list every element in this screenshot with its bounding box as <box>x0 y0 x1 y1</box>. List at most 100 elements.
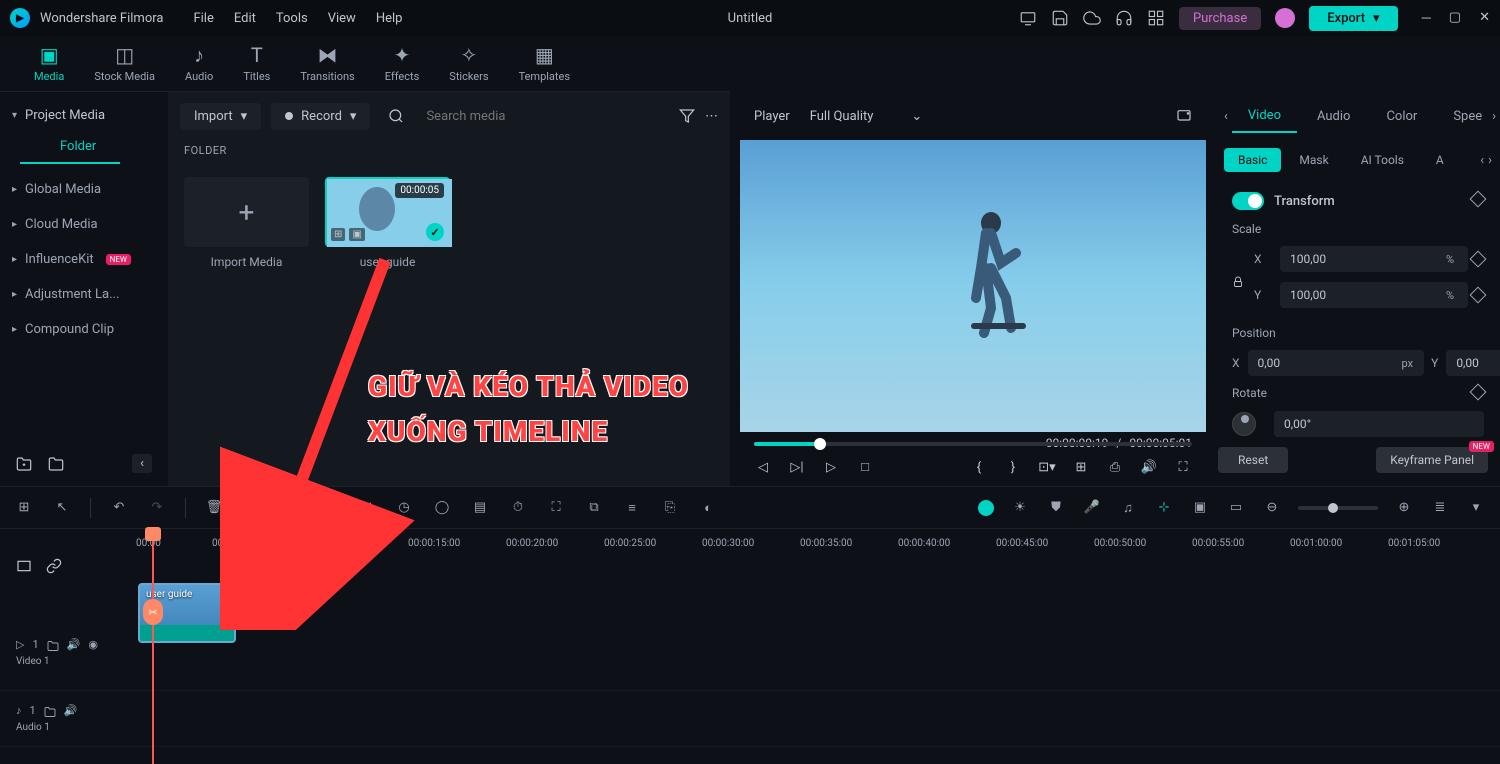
subtab-ai-tools[interactable]: AI Tools <box>1347 148 1418 172</box>
folder-icon[interactable] <box>44 704 56 720</box>
list-icon[interactable]: ≣ <box>1430 498 1450 518</box>
rotate-input[interactable] <box>1274 411 1484 437</box>
reset-button[interactable]: Reset <box>1218 447 1288 473</box>
snapshot-icon[interactable] <box>1176 108 1192 124</box>
folder-icon[interactable] <box>47 638 59 654</box>
sidebar-cloud-media[interactable]: Cloud Media <box>0 207 168 242</box>
tab-video[interactable]: Video <box>1232 100 1297 133</box>
tab-stickers[interactable]: ✧Stickers <box>435 38 502 89</box>
cut-handle-icon[interactable]: ✂ <box>143 599 163 625</box>
position-y-input[interactable] <box>1446 350 1500 376</box>
crop-icon[interactable]: ⬚ <box>356 498 376 518</box>
camera-icon[interactable]: ⎙ <box>1106 458 1124 476</box>
scroll-right-icon[interactable]: › <box>1488 153 1492 168</box>
keyframe-panel-button[interactable]: Keyframe PanelNEW <box>1376 447 1488 473</box>
next-frame-icon[interactable]: ▷| <box>788 458 806 476</box>
tab-transitions[interactable]: ⧓Transitions <box>286 38 368 89</box>
scale-x-input[interactable] <box>1280 246 1468 272</box>
mute-icon[interactable]: 🔊 <box>67 638 81 654</box>
cloud-icon[interactable] <box>1083 9 1101 27</box>
sidebar-adjustment-layer[interactable]: Adjustment La... <box>0 277 168 312</box>
import-dropdown[interactable]: Import▾ <box>180 103 261 130</box>
tab-media[interactable]: ▣Media <box>20 38 78 89</box>
search-input[interactable] <box>414 103 669 130</box>
render-indicator-icon[interactable] <box>978 500 994 516</box>
marker-icon[interactable]: ⊹ <box>1154 498 1174 518</box>
sidebar-compound-clip[interactable]: Compound Clip <box>0 312 168 347</box>
tab-audio-props[interactable]: Audio <box>1301 101 1366 132</box>
menu-help[interactable]: Help <box>376 11 403 26</box>
playhead[interactable] <box>152 529 154 764</box>
video-preview[interactable] <box>740 140 1206 432</box>
menu-edit[interactable]: Edit <box>234 11 256 26</box>
slider-icon[interactable]: ◐ <box>698 498 718 518</box>
chain-icon[interactable]: ⧉ <box>584 498 604 518</box>
clip-add-icon[interactable]: ▣ <box>349 228 364 241</box>
sidebar-global-media[interactable]: Global Media <box>0 172 168 207</box>
mark-in-icon[interactable]: { <box>970 458 988 476</box>
delete-icon[interactable]: 🗑 <box>204 498 224 518</box>
dropdown-icon[interactable]: ▾ <box>1466 498 1486 518</box>
minimize-icon[interactable]: ─ <box>1422 10 1431 26</box>
import-media-card[interactable]: + <box>184 177 309 247</box>
quality-dropdown[interactable]: Full Quality⌄ <box>810 109 923 124</box>
record-dropdown[interactable]: Record▾ <box>271 103 370 130</box>
tab-color[interactable]: Color <box>1370 101 1433 132</box>
mute-icon[interactable]: 🔊 <box>64 704 78 720</box>
tab-titles[interactable]: TTitles <box>229 38 284 89</box>
subtab-mask[interactable]: Mask <box>1285 148 1342 172</box>
tab-audio[interactable]: ♪Audio <box>171 38 227 89</box>
collapse-icon[interactable]: ‹ <box>132 454 152 473</box>
scale-y-input[interactable] <box>1280 282 1468 308</box>
add-folder-icon[interactable] <box>16 456 32 472</box>
link-icon[interactable] <box>46 558 62 574</box>
apps-icon[interactable] <box>1147 9 1165 27</box>
tab-speed[interactable]: Spee <box>1437 101 1498 132</box>
copy-icon[interactable]: ⎘ <box>660 498 680 518</box>
prev-frame-icon[interactable]: ◁ <box>754 458 772 476</box>
export-button[interactable]: Export▾ <box>1309 6 1397 31</box>
visibility-icon[interactable]: ◉ <box>88 638 98 654</box>
media-clip-user-guide[interactable]: 00:00:05 ⊞▣ ✓ <box>325 177 450 247</box>
fullscreen-icon[interactable]: ⛶ <box>1174 458 1192 476</box>
save-icon[interactable] <box>1051 9 1069 27</box>
sidebar-folder[interactable]: Folder <box>20 131 120 164</box>
video-track[interactable]: ▷1🔊◉ Video 1 user guide <box>0 615 1500 691</box>
transform-toggle[interactable] <box>1232 192 1264 210</box>
lock-icon[interactable] <box>1232 276 1244 288</box>
tab-effects[interactable]: ✦Effects <box>371 38 434 89</box>
add-icon[interactable]: + <box>280 498 300 518</box>
zoom-out-icon[interactable]: ⊖ <box>1262 498 1282 518</box>
mark-out-icon[interactable]: } <box>1004 458 1022 476</box>
audio-track[interactable]: ♪1🔊 Audio 1 <box>0 691 1500 747</box>
user-avatar[interactable] <box>1275 8 1295 28</box>
align-icon[interactable]: ≡ <box>622 498 642 518</box>
volume-icon[interactable]: 🔊 <box>1140 458 1158 476</box>
stop-icon[interactable]: □ <box>856 458 874 476</box>
text-icon[interactable]: T <box>318 498 338 518</box>
sidebar-influencekit[interactable]: InfluenceKitNEW <box>0 242 168 277</box>
purchase-button[interactable]: Purchase <box>1179 7 1261 30</box>
tab-templates[interactable]: ▦Templates <box>505 38 584 89</box>
scroll-right-icon[interactable]: › <box>1492 109 1496 124</box>
menu-file[interactable]: File <box>193 11 213 26</box>
track-fold-icon[interactable] <box>16 558 32 574</box>
scroll-left-icon[interactable]: ‹ <box>1480 153 1484 168</box>
circle-icon[interactable]: ◯ <box>432 498 452 518</box>
cursor-icon[interactable]: ↖ <box>52 498 72 518</box>
ratio-icon[interactable]: ⊡▾ <box>1038 458 1056 476</box>
clock-icon[interactable]: ⏱ <box>508 498 528 518</box>
expand-icon[interactable]: ⛶ <box>546 498 566 518</box>
layers-icon[interactable]: ▣ <box>1190 498 1210 518</box>
grid-icon[interactable]: ⊞ <box>14 498 34 518</box>
subtab-animation[interactable]: A <box>1422 148 1458 172</box>
menu-view[interactable]: View <box>328 11 356 26</box>
play-icon[interactable]: ▷ <box>822 458 840 476</box>
playback-progress[interactable] <box>754 442 1192 446</box>
tab-stock-media[interactable]: ◫Stock Media <box>80 38 169 89</box>
mic-icon[interactable]: 🎤 <box>1082 498 1102 518</box>
scroll-left-icon[interactable]: ‹ <box>1224 109 1228 124</box>
rotate-dial[interactable] <box>1232 412 1256 436</box>
maximize-icon[interactable]: ▢ <box>1449 10 1461 26</box>
sidebar-project-media[interactable]: Project Media <box>0 100 168 131</box>
